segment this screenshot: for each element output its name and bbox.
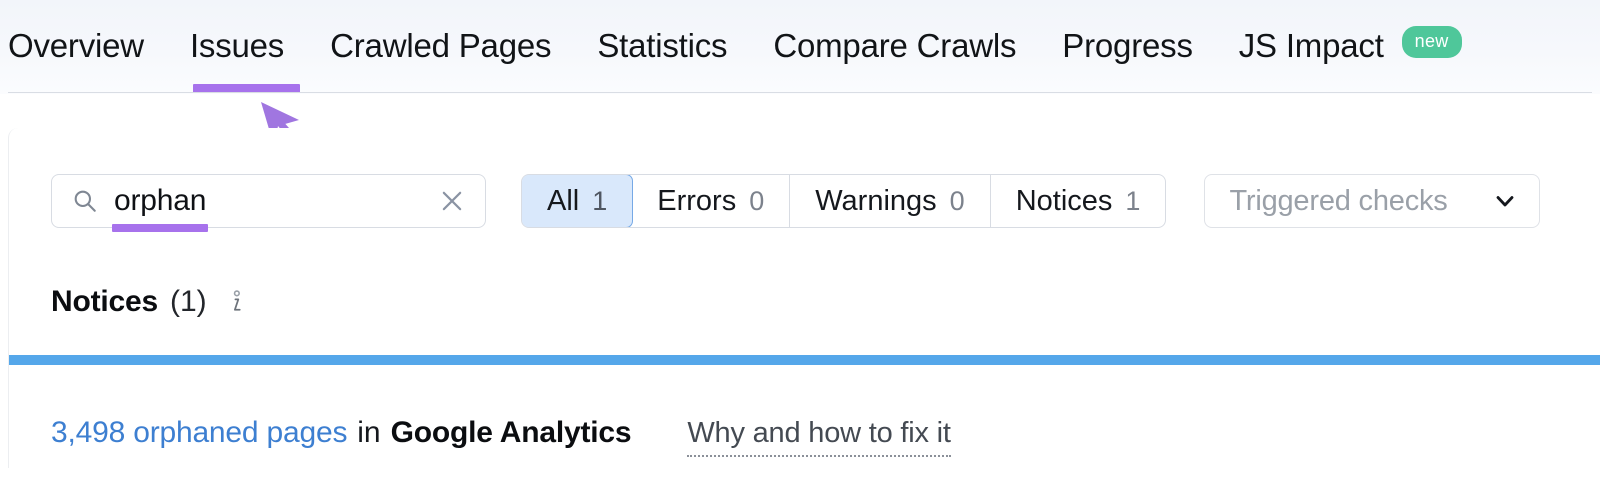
nav-tab-progress[interactable]: Progress	[1062, 27, 1193, 65]
issues-content-card: orphan All 1 Errors 0 Warnings 0 Notices…	[8, 128, 1600, 468]
search-icon	[74, 190, 96, 212]
nav-tab-crawled-pages-label: Crawled Pages	[330, 27, 552, 64]
nav-tab-statistics-label: Statistics	[597, 27, 728, 64]
nav-bottom-divider	[8, 92, 1592, 93]
nav-tab-overview[interactable]: Overview	[8, 27, 144, 65]
nav-tab-progress-label: Progress	[1062, 27, 1193, 64]
search-value: orphan	[114, 184, 207, 217]
nav-tab-js-impact[interactable]: JS Impact	[1239, 27, 1384, 65]
issue-row: 3,498 orphaned pages in Google Analytics…	[51, 416, 951, 457]
filter-tab-warnings-label: Warnings	[815, 184, 937, 217]
filter-tab-all-count: 1	[592, 185, 608, 216]
notices-count: (1)	[169, 285, 207, 318]
notices-title: Notices	[51, 285, 158, 318]
nav-tab-compare-crawls-label: Compare Crawls	[773, 27, 1017, 64]
filters-toolbar: orphan All 1 Errors 0 Warnings 0 Notices…	[51, 173, 1541, 232]
search-value-wrap: orphan	[112, 184, 439, 232]
search-input[interactable]: orphan	[51, 174, 486, 232]
triggered-checks-dropdown-label: Triggered checks	[1229, 184, 1448, 217]
filter-tab-errors-count: 0	[749, 185, 765, 216]
nav-tab-issues[interactable]: Issues	[190, 27, 284, 65]
nav-tab-crawled-pages[interactable]: Crawled Pages	[330, 27, 551, 65]
nav-items-container: Overview Issues Crawled Pages Statistics…	[0, 0, 1462, 92]
search-value-highlight	[112, 224, 208, 232]
filter-tab-all-label: All	[547, 184, 580, 217]
filter-tab-errors-label: Errors	[657, 184, 737, 217]
filter-tab-warnings[interactable]: Warnings 0	[790, 175, 991, 227]
info-icon[interactable]	[225, 289, 247, 315]
filter-tab-errors[interactable]: Errors 0	[632, 175, 791, 227]
chevron-down-icon	[1497, 196, 1514, 207]
filter-tab-notices-label: Notices	[1015, 184, 1113, 217]
nav-tab-issues-label: Issues	[189, 27, 285, 64]
filter-tab-warnings-count: 0	[949, 185, 965, 216]
why-and-how-to-fix-it-link[interactable]: Why and how to fix it	[687, 417, 951, 457]
issue-connector: in	[357, 416, 381, 449]
nav-tab-compare-crawls[interactable]: Compare Crawls	[773, 27, 1016, 65]
triggered-checks-dropdown[interactable]: Triggered checks	[1204, 174, 1541, 228]
severity-filter-group: All 1 Errors 0 Warnings 0 Notices 1	[521, 174, 1167, 228]
nav-tab-js-impact-label: JS Impact	[1238, 27, 1384, 64]
nav-tab-overview-label: Overview	[8, 27, 144, 64]
notices-section-heading: Notices (1)	[51, 285, 247, 319]
top-navigation-bar: Overview Issues Crawled Pages Statistics…	[0, 0, 1600, 94]
filter-tab-notices[interactable]: Notices 1	[991, 175, 1166, 227]
nav-tab-statistics[interactable]: Statistics	[597, 27, 727, 65]
filter-tab-notices-count: 1	[1125, 185, 1141, 216]
section-separator-bar	[9, 355, 1600, 365]
issue-source: Google Analytics	[390, 416, 632, 449]
issue-link[interactable]: 3,498 orphaned pages	[51, 416, 347, 450]
close-icon[interactable]	[439, 188, 465, 214]
filter-tab-all[interactable]: All 1	[522, 175, 634, 227]
new-badge: new	[1401, 26, 1462, 58]
